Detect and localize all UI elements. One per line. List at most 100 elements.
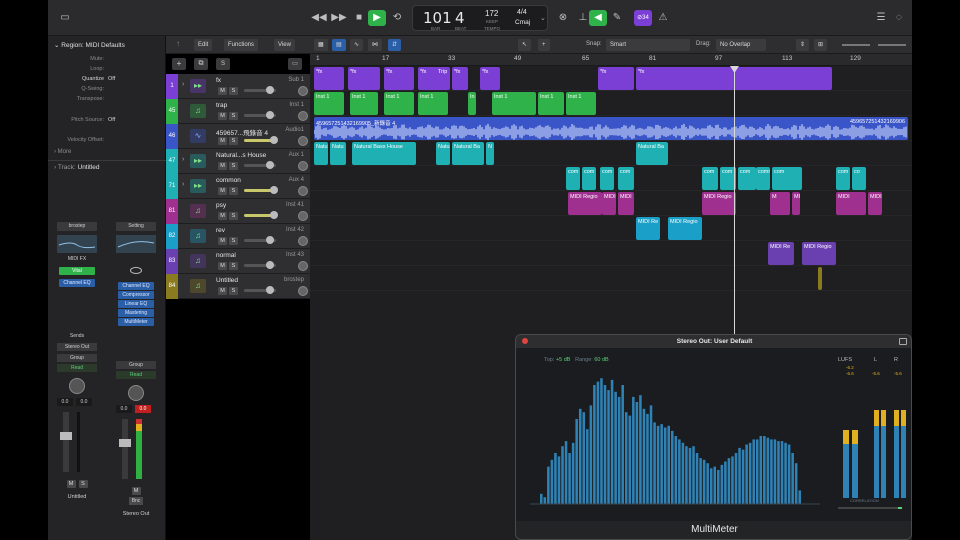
top-value[interactable]: +5 dB: [556, 357, 571, 363]
region[interactable]: MIDI Re: [636, 217, 660, 240]
pan-knob[interactable]: [298, 211, 308, 221]
flex-icon[interactable]: ⋈: [368, 39, 382, 51]
track-mute-button[interactable]: M: [218, 162, 227, 170]
audio-region[interactable]: 459657251432169905_新錄音 4 4596572514321699…: [314, 117, 908, 140]
volume-slider-handle[interactable]: [266, 111, 274, 119]
secondary-tool[interactable]: +: [538, 39, 550, 51]
region[interactable]: common: [756, 167, 770, 190]
region[interactable]: com: [738, 167, 756, 190]
region[interactable]: com: [702, 167, 718, 190]
more-toggle[interactable]: › More: [54, 149, 71, 155]
track-solo-button[interactable]: S: [229, 137, 238, 145]
track-header-7[interactable]: 82 ♫ rev Inst 42 M S: [166, 224, 310, 249]
region[interactable]: *fx: [480, 67, 500, 90]
disclosure-icon[interactable]: ›: [182, 181, 184, 188]
close-icon[interactable]: [522, 338, 528, 344]
horizontal-zoom-slider[interactable]: [878, 44, 906, 46]
peak-readout[interactable]: 0.0: [76, 398, 92, 406]
region[interactable]: Inst 1: [384, 92, 414, 115]
track-name[interactable]: trap: [216, 102, 227, 109]
eq-thumbnail[interactable]: [57, 235, 97, 253]
track-solo-button[interactable]: S: [229, 162, 238, 170]
region[interactable]: N: [486, 142, 494, 165]
waveform-zoom-icon[interactable]: ⊞: [814, 39, 828, 51]
inspector-row-quantize[interactable]: Quantize Off: [48, 76, 166, 86]
track-mute-button[interactable]: M: [218, 187, 227, 195]
pan-knob[interactable]: [298, 286, 308, 296]
region[interactable]: In: [468, 92, 476, 115]
plugin-slot[interactable]: MultiMeter: [118, 318, 154, 326]
pan-knob[interactable]: [298, 86, 308, 96]
track-solo-button[interactable]: S: [229, 262, 238, 270]
track-header-2[interactable]: 45 ♫ trap Inst 1 M S: [166, 99, 310, 124]
tuner-icon[interactable]: ⊗: [554, 10, 572, 26]
view-menu[interactable]: View: [274, 39, 295, 51]
group-slot[interactable]: Group: [57, 354, 97, 362]
volume-slider-handle[interactable]: [266, 261, 274, 269]
volume-readout[interactable]: 0.0: [57, 398, 73, 406]
track-header-1[interactable]: 1 › ▸▸ fx Sub 1 M S: [166, 74, 310, 99]
plugin-slot[interactable]: Channel EQ: [118, 282, 154, 290]
track-header-4[interactable]: 47 › ▸▸ Natural...s House Aux 1 M S: [166, 149, 310, 174]
volume-slider-handle[interactable]: [270, 136, 278, 144]
warning-icon[interactable]: ⚠: [654, 10, 672, 26]
volume-fader[interactable]: [60, 412, 72, 472]
pan-knob[interactable]: [298, 261, 308, 271]
track-solo-button[interactable]: S: [229, 112, 238, 120]
spectrum-analyzer[interactable]: [530, 368, 830, 518]
track-name[interactable]: rev: [216, 227, 225, 234]
peak-readout[interactable]: 0.0: [135, 405, 151, 413]
region[interactable]: com: [600, 167, 614, 190]
bar-ruler[interactable]: 1 17 33 49 65 81 97 113 129: [310, 54, 912, 66]
track-mute-button[interactable]: M: [218, 87, 227, 95]
region-header[interactable]: ⌄ Region: MIDI Defaults: [54, 41, 125, 49]
expand-icon[interactable]: [899, 338, 907, 345]
region[interactable]: com: [582, 167, 596, 190]
volume-slider-handle[interactable]: [266, 286, 274, 294]
region[interactable]: *fx: [384, 67, 414, 90]
snap-dropdown[interactable]: Smart: [606, 39, 690, 51]
multimeter-titlebar[interactable]: Stereo Out: User Default: [516, 335, 911, 348]
region[interactable]: com: [772, 167, 802, 190]
library-icon[interactable]: ▭: [56, 10, 74, 26]
pan-knob[interactable]: [298, 111, 308, 121]
region[interactable]: com: [566, 167, 580, 190]
plugin-slot[interactable]: Mastering: [118, 309, 154, 317]
region[interactable]: *fx: [314, 67, 344, 90]
cycle-button[interactable]: ⟲: [388, 10, 406, 26]
track-solo-button[interactable]: S: [229, 287, 238, 295]
drag-dropdown[interactable]: No Overlap: [716, 39, 766, 51]
automation-mode[interactable]: Read: [116, 371, 156, 379]
catch-icon[interactable]: ⇵: [388, 39, 402, 51]
region[interactable]: Inst 1: [492, 92, 536, 115]
volume-slider-handle[interactable]: [266, 161, 274, 169]
range-value[interactable]: 60 dB: [594, 357, 608, 363]
add-track-button[interactable]: +: [172, 58, 186, 70]
region[interactable]: Natu: [314, 142, 328, 165]
zoom-vertical-icon[interactable]: ⇕: [796, 39, 810, 51]
link-icon[interactable]: [130, 267, 142, 274]
pointer-tool[interactable]: ↖: [518, 39, 532, 51]
setting-button[interactable]: Setting: [116, 222, 156, 231]
region[interactable]: Trip: [436, 67, 450, 90]
track-name[interactable]: fx: [216, 77, 221, 84]
functions-menu[interactable]: Functions: [224, 39, 259, 51]
track-header-5[interactable]: 71 › ▸▸ common Aux 4 M S: [166, 174, 310, 199]
zoom-slider[interactable]: [842, 44, 870, 46]
metronome-button[interactable]: ◀: [589, 10, 607, 26]
stop-button[interactable]: ■: [350, 10, 368, 26]
track-header-9[interactable]: 84 ♫ Untitled brostep M S: [166, 274, 310, 299]
instrument-slot[interactable]: Vital: [59, 267, 95, 275]
track-lane-7[interactable]: [310, 216, 912, 241]
volume-fader[interactable]: [119, 419, 131, 479]
region[interactable]: Natu: [330, 142, 346, 165]
play-button[interactable]: ▶: [368, 10, 386, 26]
region[interactable]: Natural Bass House: [352, 142, 416, 165]
mute-button[interactable]: M: [131, 487, 141, 495]
track-name[interactable]: common: [216, 177, 241, 184]
volume-slider-handle[interactable]: [270, 211, 278, 219]
track-header-3[interactable]: 46 ∿ 459657...飛錄音 4 Audio1 M S: [166, 124, 310, 149]
output-slot[interactable]: Stereo Out: [57, 343, 97, 351]
region[interactable]: Natural Ba: [636, 142, 668, 165]
back-icon[interactable]: ↑: [176, 39, 180, 48]
